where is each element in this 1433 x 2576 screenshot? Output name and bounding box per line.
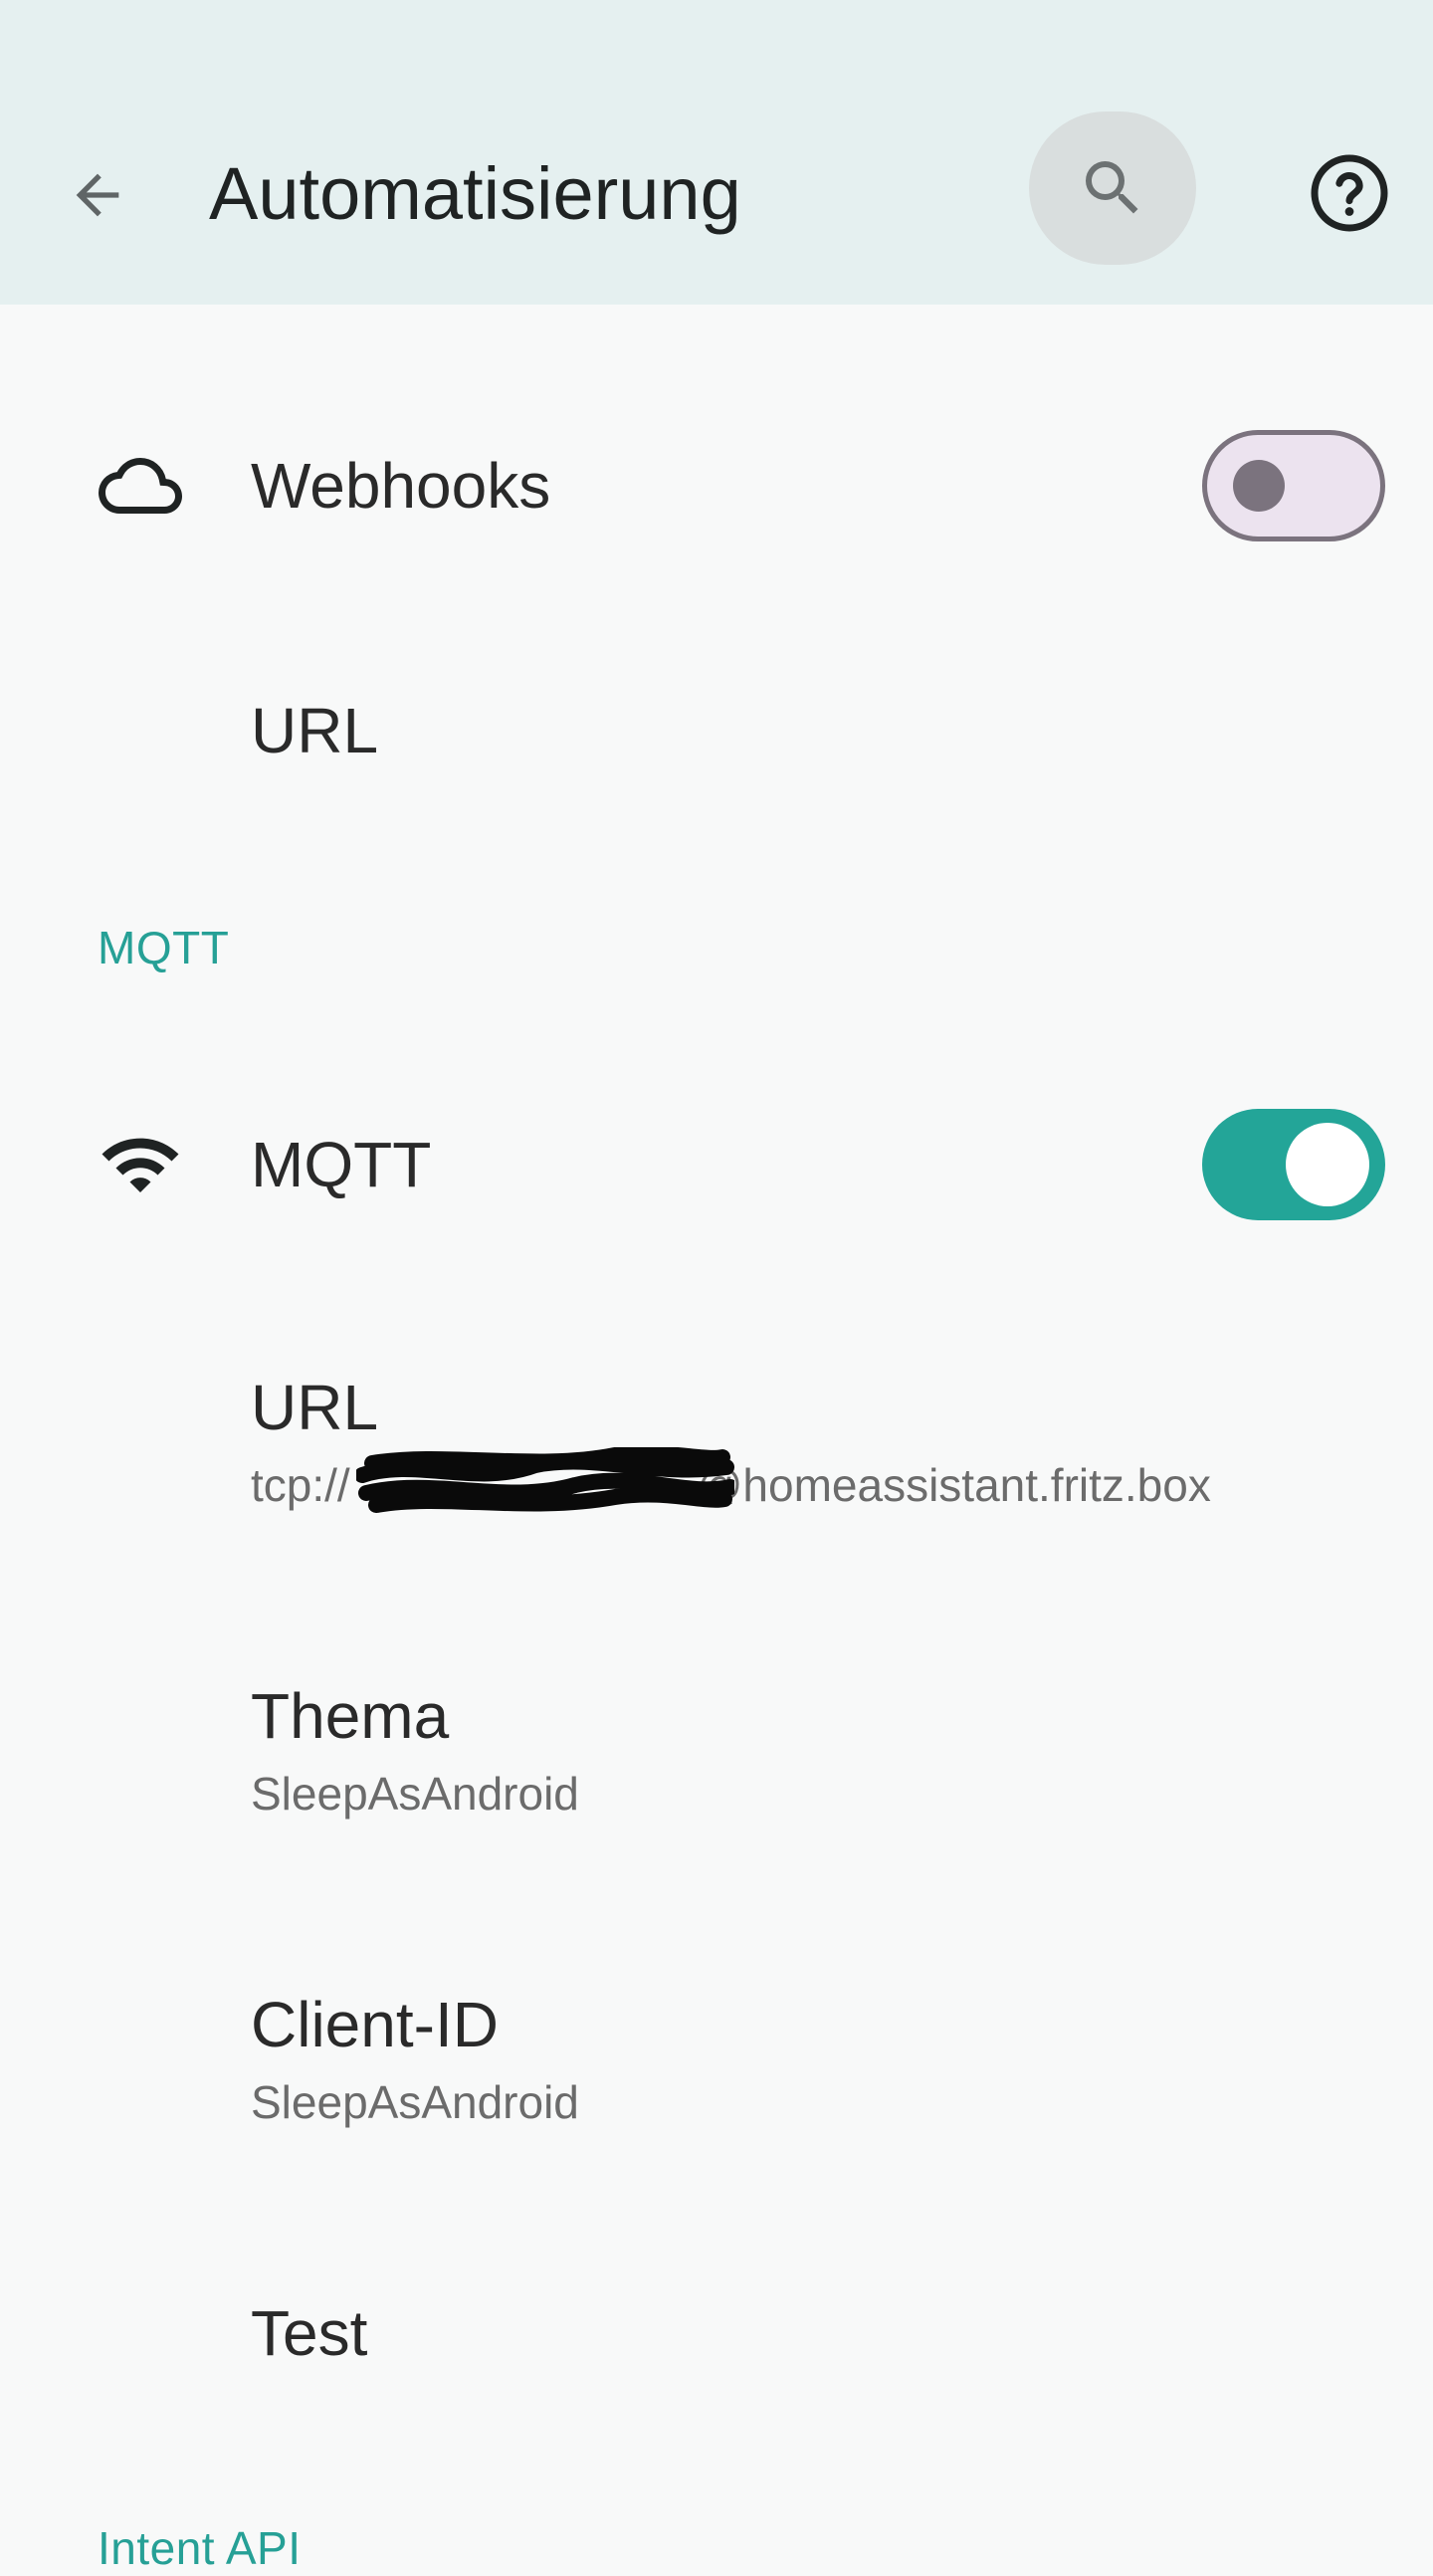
mqtt-toggle-row[interactable]: MQTT <box>0 1077 1433 1252</box>
switch-knob <box>1233 460 1285 512</box>
mqtt-url-suffix: @homeassistant.fritz.box <box>696 1459 1211 1511</box>
mqtt-topic-row[interactable]: Thema SleepAsAndroid <box>0 1632 1433 1861</box>
webhooks-switch[interactable] <box>1202 430 1385 541</box>
mqtt-switch[interactable] <box>1202 1109 1385 1220</box>
webhooks-label: Webhooks <box>251 450 551 522</box>
page-title: Automatisierung <box>209 152 741 235</box>
help-circle-icon <box>1311 154 1388 232</box>
back-button[interactable] <box>58 155 137 235</box>
mqtt-topic-label: Thema <box>251 1680 450 1752</box>
search-button[interactable] <box>1029 111 1196 265</box>
mqtt-topic-value: SleepAsAndroid <box>251 1768 579 1820</box>
mqtt-url-label: URL <box>251 1372 379 1443</box>
webhooks-url-row[interactable]: URL <box>0 647 1433 816</box>
search-icon <box>1086 161 1138 214</box>
mqtt-test-label: Test <box>251 2297 368 2369</box>
help-button[interactable] <box>1306 149 1393 237</box>
mqtt-client-id-value: SleepAsAndroid <box>251 2076 579 2128</box>
cloud-icon-container <box>96 441 185 531</box>
webhooks-toggle-row[interactable]: Webhooks <box>0 398 1433 573</box>
webhooks-url-label: URL <box>251 695 379 766</box>
arrow-back-icon <box>76 173 119 217</box>
section-header-intent-api: Intent API <box>98 2522 302 2574</box>
wifi-icon <box>102 1138 179 1192</box>
switch-knob <box>1286 1123 1369 1206</box>
mqtt-label: MQTT <box>251 1129 432 1200</box>
redaction-scribble <box>356 1447 734 1513</box>
cloud-icon <box>99 458 182 514</box>
mqtt-client-id-row[interactable]: Client-ID SleepAsAndroid <box>0 1941 1433 2170</box>
mqtt-url-prefix: tcp:// <box>251 1459 350 1511</box>
section-header-mqtt: MQTT <box>98 922 230 973</box>
mqtt-url-row[interactable]: URL tcp:// @homeassistant.fritz.box <box>0 1324 1433 1553</box>
mqtt-test-row[interactable]: Test <box>0 2250 1433 2419</box>
mqtt-client-id-label: Client-ID <box>251 1989 499 2060</box>
app-bar: Automatisierung <box>0 0 1433 305</box>
wifi-icon-container <box>96 1120 185 1209</box>
